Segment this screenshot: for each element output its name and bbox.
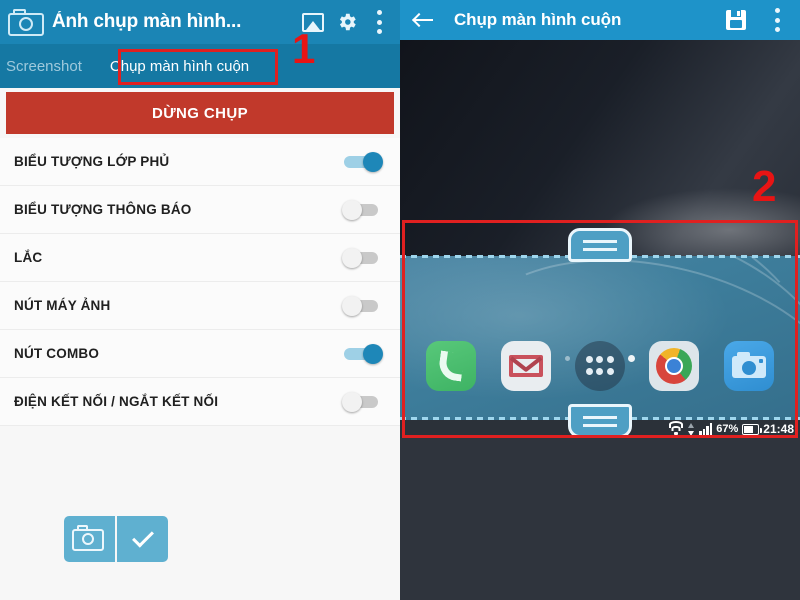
camera-icon[interactable] (64, 516, 115, 562)
left-app-bar: Ảnh chụp màn hình... (0, 0, 400, 44)
camera-icon (8, 8, 44, 36)
option-label: NÚT COMBO (14, 346, 100, 361)
panel-bottom-filler (400, 438, 800, 600)
annotation-box-1 (118, 49, 278, 85)
toggle-overlay-icon[interactable] (342, 151, 384, 172)
left-phone-panel: Ảnh chụp màn hình... Screenshot Chụp màn… (0, 0, 400, 600)
toggle-notification-icon[interactable] (342, 199, 384, 220)
option-label: BIỂU TƯỢNG THÔNG BÁO (14, 202, 192, 217)
option-label: LẮC (14, 250, 43, 265)
list-item[interactable]: NÚT COMBO (0, 330, 400, 378)
check-icon[interactable] (117, 516, 168, 562)
floating-capture-widget[interactable] (64, 516, 168, 562)
settings-list: BIỂU TƯỢNG LỚP PHỦ BIỂU TƯỢNG THÔNG BÁO … (0, 138, 400, 426)
stop-capture-button[interactable]: DỪNG CHỤP (6, 92, 394, 134)
back-arrow-icon[interactable] (411, 11, 434, 29)
list-item[interactable]: BIỂU TƯỢNG THÔNG BÁO (0, 186, 400, 234)
list-item[interactable]: BIỂU TƯỢNG LỚP PHỦ (0, 138, 400, 186)
right-app-bar: Chụp màn hình cuộn (400, 0, 800, 40)
list-item[interactable]: NÚT MÁY ẢNH (0, 282, 400, 330)
toggle-connect-disconnect[interactable] (342, 391, 384, 412)
right-page-title: Chụp màn hình cuộn (454, 10, 622, 29)
annotation-number-2: 2 (752, 162, 777, 211)
list-item[interactable]: ĐIỆN KẾT NỐI / NGẮT KẾT NỐI (0, 378, 400, 426)
right-phone-panel: Chụp màn hình cuộn 67% 21:48 2 (400, 0, 800, 600)
annotation-box-2 (402, 220, 798, 438)
option-label: BIỂU TƯỢNG LỚP PHỦ (14, 154, 170, 169)
page-title: Ảnh chụp màn hình... (52, 11, 242, 32)
annotation-number-1: 1 (292, 25, 316, 72)
screenshot-root: Ảnh chụp màn hình... Screenshot Chụp màn… (0, 0, 800, 600)
save-icon[interactable] (726, 10, 746, 30)
option-label: ĐIỆN KẾT NỐI / NGẮT KẾT NỐI (14, 394, 219, 409)
toggle-shake[interactable] (342, 247, 384, 268)
tab-bar: Screenshot Chụp màn hình cuộn (0, 44, 400, 88)
overflow-menu-icon[interactable] (376, 10, 382, 34)
list-item[interactable]: LẮC (0, 234, 400, 282)
overflow-menu-icon[interactable] (774, 8, 780, 32)
option-label: NÚT MÁY ẢNH (14, 298, 111, 313)
tab-screenshot[interactable]: Screenshot (0, 58, 96, 75)
toggle-combo-button[interactable] (342, 343, 384, 364)
toggle-camera-button[interactable] (342, 295, 384, 316)
gear-icon[interactable] (336, 11, 358, 33)
